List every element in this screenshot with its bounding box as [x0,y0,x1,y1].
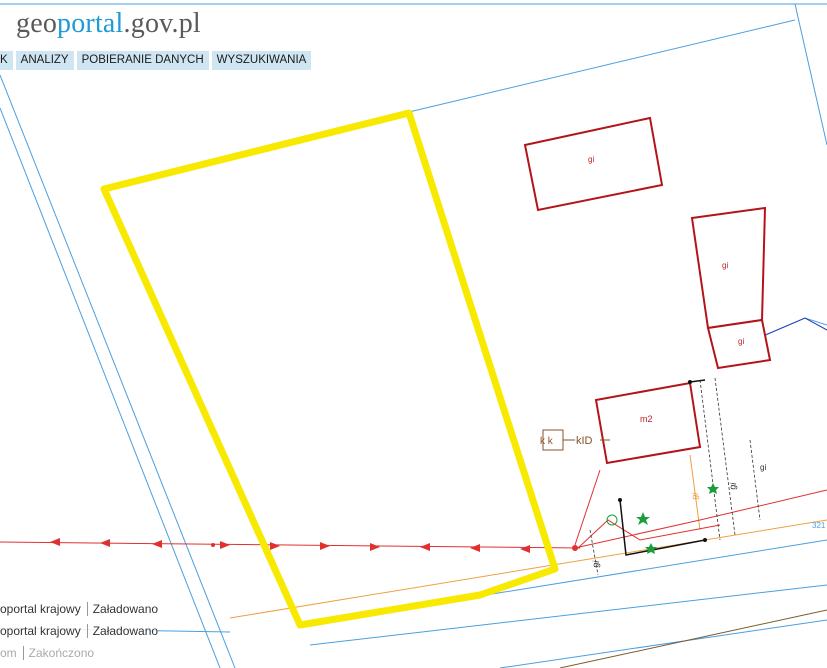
building-1[interactable] [523,116,664,212]
ge-label-2: gi [590,560,601,569]
layer-source: om [0,646,24,660]
kid-label: kID [576,435,593,447]
layer-source: oportal krajowy [0,602,88,616]
building-4-label: m2 [640,414,653,424]
layer-source: oportal krajowy [0,624,88,638]
ge-label-3: gi [689,492,700,501]
parcel-boundaries [0,3,827,668]
layer-state: Załadowano [92,602,159,616]
building-3-label: gi [738,337,744,346]
layer-state: Załadowano [92,624,159,638]
geoportal-logo[interactable]: geoportal.gov.pl [16,8,201,40]
menu-item-analizy[interactable]: ANALIZY [15,51,74,70]
layer-status-row: oportal krajowy Załadowano [0,624,159,638]
edge-number: 321 [812,521,826,530]
menu-item-pobieranie-danych[interactable]: POBIERANIE DANYCH [76,51,209,70]
ge-label-4: gi [760,463,766,472]
building-1-label: gi [588,155,594,164]
buildings [523,116,772,465]
logo-prefix: geo [16,8,58,39]
utility-line [0,469,827,549]
layer-state: Zakończono [28,646,95,660]
top-menu: K ANALIZY POBIERANIE DANYCH WYSZUKIWANIA [0,51,312,70]
building-2[interactable] [690,206,767,330]
ge-label-1: gi [727,482,738,491]
logo-accent: portal [57,8,124,39]
layer-status-row: oportal krajowy Załadowano [0,602,159,616]
layer-status-row: om Zakończono [0,646,95,660]
menu-item-wyszukiwania[interactable]: WYSZUKIWANIA [211,51,312,70]
map-canvas[interactable]: gi gi gi m2 k k kID gi gi gi gi 321 [0,0,827,668]
logo-suffix: .gov.pl [123,8,201,39]
building-2-label: gi [722,261,728,270]
selected-parcel[interactable] [100,109,559,629]
menu-item-k[interactable]: K [0,51,13,70]
road-edge [559,609,827,668]
kk-label: k k [540,436,554,447]
